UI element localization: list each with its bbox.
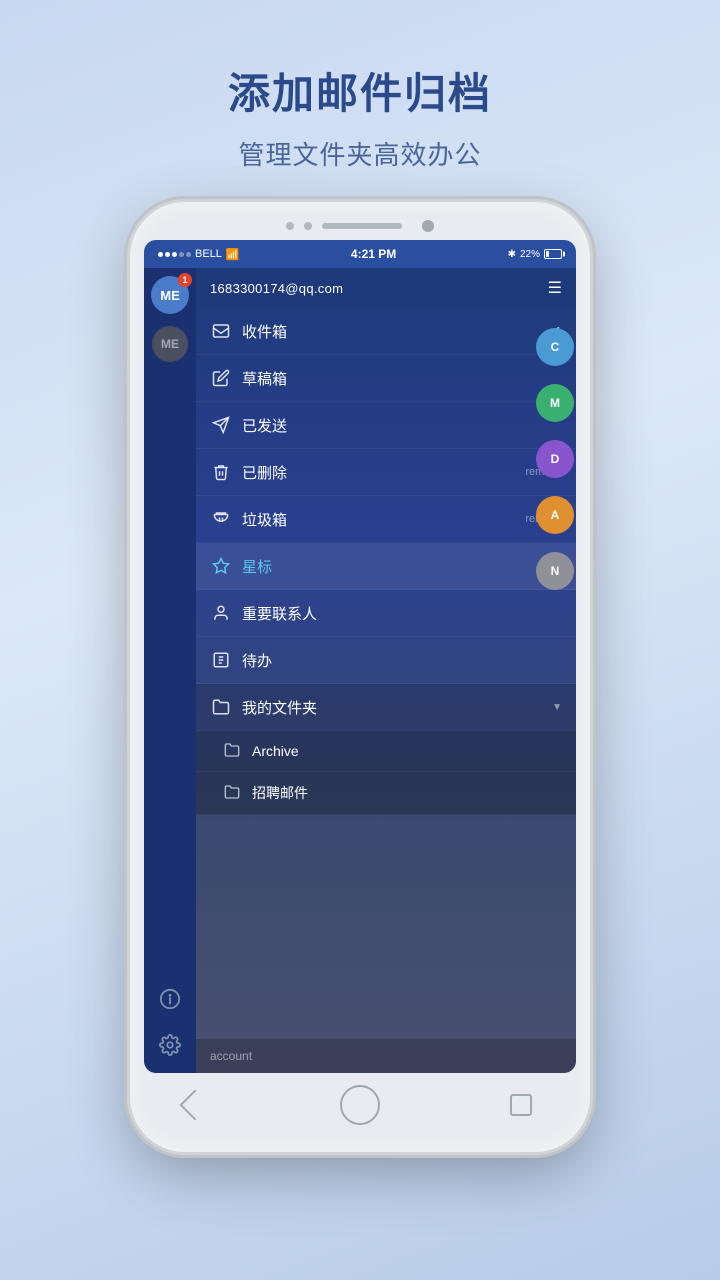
todo-label: 待办 [242, 650, 562, 671]
status-left: BELL 📶 [158, 248, 240, 261]
important-contacts-item[interactable]: 重要联系人 [196, 590, 576, 637]
battery-icon [544, 249, 562, 259]
signal-dot-4 [179, 252, 184, 257]
signal-dot-1 [158, 252, 163, 257]
signal-dot-3 [172, 252, 177, 257]
nav-recent-icon [510, 1094, 532, 1116]
deleted-icon [210, 461, 232, 483]
important-contacts-icon [210, 602, 232, 624]
inbox-icon [210, 320, 232, 342]
todo-icon [210, 649, 232, 671]
starred-label: 星标 [242, 556, 562, 577]
status-bar: BELL 📶 4:21 PM ✱ 22% [144, 240, 576, 268]
phone-screen: BELL 📶 4:21 PM ✱ 22% ME 1 ME [144, 240, 576, 1073]
sent-item[interactable]: 已发送 [196, 402, 576, 449]
secondary-avatar-label: ME [161, 337, 179, 351]
folders-header[interactable]: 我的文件夹 ▼ [196, 684, 576, 731]
phone-frame: BELL 📶 4:21 PM ✱ 22% ME 1 ME [130, 202, 590, 1152]
battery-percent: 22% [520, 249, 540, 260]
deleted-item[interactable]: 已删除 remove [196, 449, 576, 496]
archive-folder-icon [224, 742, 242, 760]
drafts-icon [210, 367, 232, 389]
bottom-bar: account [196, 1039, 576, 1073]
account-strip: ME 1 ME [144, 268, 196, 1073]
archive-folder-item[interactable]: Archive [196, 731, 576, 772]
account-header: 1683300174@qq.com ☰ [196, 268, 576, 308]
menu-items: 收件箱 1 草稿箱 [196, 308, 576, 1039]
wifi-icon: 📶 [226, 248, 240, 261]
phone-top-bar [144, 220, 576, 232]
folders-section: 我的文件夹 ▼ Archive [196, 684, 576, 815]
signal-dot-5 [186, 252, 191, 257]
account-label[interactable]: account [210, 1049, 252, 1063]
avatar-badge: 1 [178, 273, 192, 287]
folders-label: 我的文件夹 [242, 697, 548, 718]
right-avatars: C M D A N [534, 268, 576, 608]
starred-item[interactable]: 星标 [196, 543, 576, 590]
todo-item[interactable]: 待办 [196, 637, 576, 684]
right-avatar-d[interactable]: D [536, 440, 574, 478]
folders-icon [210, 696, 232, 718]
right-avatar-m[interactable]: M [536, 384, 574, 422]
inbox-label: 收件箱 [242, 321, 555, 342]
right-avatar-a[interactable]: A [536, 496, 574, 534]
junk-item[interactable]: 垃圾箱 remove [196, 496, 576, 543]
speaker-bar [322, 223, 402, 229]
account-email: 1683300174@qq.com [210, 281, 343, 296]
primary-avatar[interactable]: ME 1 [151, 276, 189, 314]
drafts-item[interactable]: 草稿箱 [196, 355, 576, 402]
important-contacts-label: 重要联系人 [242, 603, 562, 624]
signal-dots [158, 252, 191, 257]
settings-button[interactable] [152, 1027, 188, 1063]
phone-bottom-nav [144, 1073, 576, 1130]
nav-back-icon [179, 1089, 210, 1120]
inbox-item[interactable]: 收件箱 1 [196, 308, 576, 355]
recruit-folder-label: 招聘邮件 [252, 783, 308, 803]
page-subtitle: 管理文件夹高效办公 [228, 135, 492, 172]
page-header: 添加邮件归档 管理文件夹高效办公 [228, 0, 492, 202]
info-button[interactable] [152, 981, 188, 1017]
nav-recent-button[interactable] [506, 1090, 536, 1120]
deleted-label: 已删除 [242, 462, 525, 483]
camera-dot [422, 220, 434, 232]
starred-icon [210, 555, 232, 577]
junk-icon [210, 508, 232, 530]
sent-label: 已发送 [242, 415, 562, 436]
nav-home-button[interactable] [340, 1085, 380, 1125]
sent-icon [210, 414, 232, 436]
drafts-label: 草稿箱 [242, 368, 562, 389]
status-right: ✱ 22% [508, 249, 562, 260]
archive-folder-label: Archive [252, 743, 299, 759]
speaker-dot-2 [304, 222, 312, 230]
signal-dot-2 [165, 252, 170, 257]
page-title: 添加邮件归档 [228, 60, 492, 121]
right-avatar-c[interactable]: C [536, 328, 574, 366]
junk-label: 垃圾箱 [242, 509, 525, 530]
menu-panel: 1683300174@qq.com ☰ 收件箱 1 [196, 268, 576, 1073]
secondary-avatar[interactable]: ME [152, 326, 188, 362]
recruit-folder-item[interactable]: 招聘邮件 [196, 772, 576, 815]
bluetooth-icon: ✱ [508, 249, 516, 260]
nav-back-button[interactable] [184, 1090, 214, 1120]
recruit-folder-icon [224, 784, 242, 802]
speaker-dot-1 [286, 222, 294, 230]
carrier-label: BELL [195, 248, 222, 260]
folders-chevron: ▼ [552, 702, 562, 713]
right-avatar-n[interactable]: N [536, 552, 574, 590]
primary-avatar-label: ME [160, 288, 180, 303]
screen-content: ME 1 ME [144, 268, 576, 1073]
time-display: 4:21 PM [351, 247, 396, 261]
battery-fill [546, 251, 549, 257]
